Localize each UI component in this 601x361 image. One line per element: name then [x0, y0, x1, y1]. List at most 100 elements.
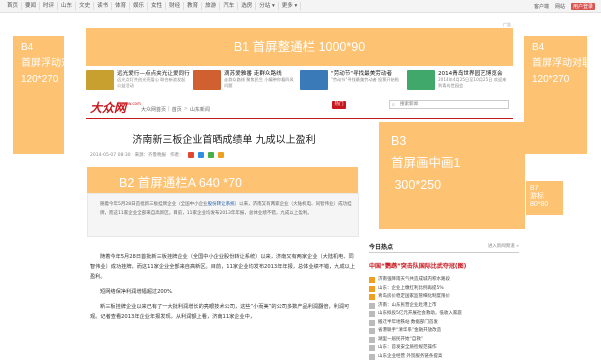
ad-b7-label: B7 游标 80*80 [530, 185, 548, 209]
user-login-button[interactable]: 用户登录 [571, 3, 595, 10]
hot-list-marker [369, 286, 375, 292]
hot-list-marker [369, 345, 375, 351]
article-summary: 随着今年5月28日首批新三板挂牌企业（全国中小企业股份转让系统）以来，济南又有两… [87, 193, 359, 237]
hot-button[interactable]: 热门 [332, 101, 346, 109]
hot-list-text: 山东：首发安全质检规范操作 [378, 345, 437, 350]
promo-description: 走群众路线 聚焦民生 小编带你看四风问题 [224, 77, 296, 88]
ad-b7-cursor[interactable]: B7 游标 80*80 [526, 181, 563, 215]
ad-b3-box[interactable]: B3 首屏画中画1 300*250 [379, 122, 525, 229]
breadcrumb-item[interactable]: 大众网首页 [141, 106, 166, 113]
top-nav-item[interactable]: 选房 [238, 2, 256, 10]
hot-list-item[interactable]: 湖里一居民开始“自救” [369, 336, 519, 345]
top-nav-item[interactable]: 读书 [94, 2, 112, 10]
top-nav-item[interactable]: 首页 [4, 2, 22, 10]
article-body: 随着今年5月28日首批新三板挂牌企业（全国中小企业股份转让系统）以来，济南又有两… [90, 252, 356, 327]
promo-title: 远光爱行—点点夹光让爱同行 [117, 69, 190, 77]
top-nav-item[interactable]: 更多 ▾ [279, 2, 302, 10]
logo-subtext: dzwww.com [117, 101, 141, 106]
hot-list-marker [369, 277, 375, 283]
top-nav-item[interactable]: 时评 [40, 2, 58, 10]
ad-b4-left[interactable]: B4 首屏浮动对联 120*270 [13, 36, 64, 154]
hot-list-item[interactable]: 青岛房价稳定国家监管细化制度限价 [369, 293, 519, 302]
summary-link[interactable]: 股份转让系统 [208, 202, 235, 207]
promo-thumbnail [407, 70, 435, 90]
hot-list-text: 山东：企业上缴红利比例再提5% [378, 286, 444, 291]
hot-list-item[interactable]: 搬迁半年地铁站 数据部门首发 [369, 319, 519, 328]
breadcrumb-separator: | [168, 106, 170, 113]
hot-list-text: 青岛房价稳定国家监管细化制度限价 [378, 294, 450, 299]
top-nav-item[interactable]: 娱乐 [130, 2, 148, 10]
search-input[interactable] [390, 101, 508, 108]
hot-list-text: 搬迁半年地铁站 数据部门首发 [378, 320, 438, 325]
hot-list-marker [369, 354, 375, 360]
hot-list-item[interactable]: 省港联手“清华系”金融开放改造 [369, 327, 519, 336]
top-nav-item[interactable]: 文史 [76, 2, 94, 10]
ad-small-label: 广告 [503, 22, 511, 28]
promo-thumbnail [300, 70, 328, 90]
breadcrumb-item[interactable]: 首页 [172, 106, 182, 113]
promo-title: 2014青岛世界园艺博览会 [438, 69, 503, 77]
share-weibo-icon[interactable] [188, 152, 194, 158]
summary-text: 随着今年5月28日首批新三板挂牌企业（全国中小企业股份转让系统）以来，济南又有两… [100, 200, 352, 218]
hot-list-item[interactable]: 山东：首发安全质检规范操作 [369, 344, 519, 353]
sidebar-header: 今日热点 进入新闻频道 » [369, 241, 519, 253]
article-editor: 作者： [170, 152, 184, 158]
top-nav-item[interactable]: 旅游 [202, 2, 220, 10]
hot-list-marker [369, 328, 375, 334]
ad-b2-label: B2 首屏通栏A 640 *70 [119, 172, 242, 191]
client-link[interactable]: 客户端 [534, 3, 549, 10]
top-nav-item[interactable]: 教育 [184, 2, 202, 10]
hot-list-item[interactable]: 山东：企业上缴红利比例再提5% [369, 285, 519, 294]
ad-b2-banner[interactable]: B2 首屏通栏A 640 *70 [87, 167, 358, 193]
promo-item[interactable]: "劳动节"寻找最美劳动者"劳动节"寻找最美劳动者 投票开始啦 [300, 68, 404, 94]
promo-item[interactable]: 远光爱行—点点夹光让爱同行远光点灯共创光亮爱心 联合新浪发起公益活动 [86, 68, 190, 94]
top-nav-item[interactable]: 体育 [112, 2, 130, 10]
promo-description: 2014年4月25日至10月25日 欢迎来到青岛世园会 [438, 77, 510, 88]
promo-strip: 远光爱行—点点夹光让爱同行远光点灯共创光亮爱心 联合新浪发起公益活动滴苏爱雅番 … [86, 66, 513, 96]
ad-b4-right[interactable]: B4 首屏浮动对联 120*270 [524, 36, 587, 154]
hot-list-marker [369, 311, 375, 317]
sidebar-more-link[interactable]: 进入新闻频道 » [488, 243, 519, 249]
hot-list-marker [369, 337, 375, 343]
article-paragraph: 新三板挂牌企业以来已有了一大批利润增长的亮眼技术公司，这些“小而美”的公司多数产… [90, 302, 356, 322]
hot-list-text: 湖里一居民开始“自救” [378, 337, 423, 342]
share-more-icon[interactable] [218, 152, 224, 158]
hot-list-item[interactable]: 山东企业经营 外贸服务链条提高 [369, 353, 519, 361]
search-box[interactable]: ⌕ [389, 100, 509, 109]
hot-list-item[interactable]: 济南：山东民营企业赴港上市 [369, 302, 519, 311]
top-nav-item[interactable]: 财经 [166, 2, 184, 10]
promo-item[interactable]: 滴苏爱雅番 走群众路线走群众路线 聚焦民生 小编带你看四风问题 [193, 68, 297, 94]
top-nav: 首页要闻时评山东文史读书体育娱乐女性财经教育旅游汽车选房分站 ▾更多 ▾ 客户端… [0, 0, 601, 13]
breadcrumb-separator: > [184, 106, 188, 113]
site-logo[interactable]: 大众网 dzwww.com [90, 99, 138, 117]
hot-list-text: 山东企业经营 外贸服务链条提高 [378, 354, 442, 359]
promo-title: "劳动节"寻找最美劳动者 [331, 69, 392, 77]
sidebar-top-headline[interactable]: 中国“鹦鹉”突击队国际比武夺冠(图) [369, 261, 466, 270]
article-meta: 2014-05-07 08:30 来源：齐鲁晚报 作者： [90, 152, 224, 158]
article-paragraph: 随着今年5月28日首批新三板挂牌企业（全国中小企业股份转让系统）以来，济南又有两… [90, 252, 356, 282]
top-nav-item[interactable]: 女性 [148, 2, 166, 10]
ad-b3-label: B3 首屏画中画1 300*250 [391, 130, 460, 196]
hot-list-text: 济南强降雨天气共造成城内积水路段 [378, 277, 450, 282]
breadcrumb: 大众网首页 | 首页 > 山东新闻 [141, 106, 210, 113]
share-qzone-icon[interactable] [198, 152, 204, 158]
hot-list-item[interactable]: 山东拟投5亿元开展社会救助，低收入家庭 [369, 310, 519, 319]
hot-list-item[interactable]: 济南强降雨天气共造成城内积水路段 [369, 276, 519, 285]
promo-item[interactable]: 2014青岛世界园艺博览会2014年4月25日至10月25日 欢迎来到青岛世园会 [407, 68, 511, 94]
breadcrumb-item[interactable]: 山东新闻 [190, 106, 210, 113]
top-nav-item[interactable]: 分站 ▾ [256, 2, 279, 10]
top-nav-item[interactable]: 山东 [58, 2, 76, 10]
hot-list: 济南强降雨天气共造成城内积水路段山东：企业上缴红利比例再提5% 青岛房价稳定国家监… [369, 276, 519, 361]
ad-b1-banner[interactable]: B1 首屏整通栏 1000*90 广告 [86, 28, 513, 66]
article-title: 济南新三板企业首晒成绩单 九成以上盈利 [90, 131, 358, 146]
hot-list-text: 省港联手“清华系”金融开放改造 [378, 328, 441, 333]
ad-b4-right-label: B4 首屏浮动对联 120*270 [532, 40, 592, 88]
site-link[interactable]: 网站 [555, 3, 565, 10]
top-nav-item[interactable]: 要闻 [22, 2, 40, 10]
ad-b1-label: B1 首屏整通栏 1000*90 [86, 36, 513, 55]
ad-b4-left-label: B4 首屏浮动对联 120*270 [21, 40, 81, 88]
top-nav-right: 客户端 网站 用户登录 [534, 3, 595, 10]
share-wechat-icon[interactable] [208, 152, 214, 158]
hot-list-marker [369, 320, 375, 326]
top-nav-item[interactable]: 汽车 [220, 2, 238, 10]
